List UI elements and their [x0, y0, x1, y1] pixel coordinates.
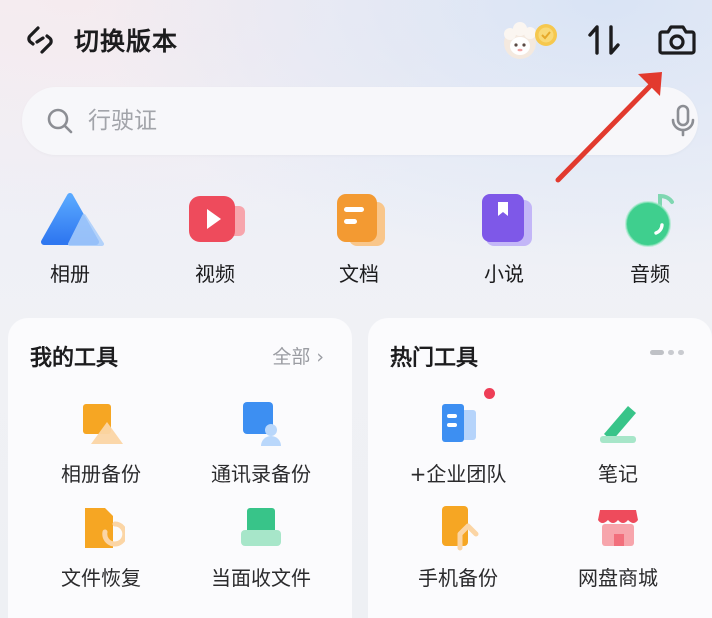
video-icon	[189, 196, 245, 242]
novel-icon	[482, 194, 532, 246]
category-album[interactable]: 相册	[20, 192, 120, 292]
tool-phone-backup[interactable]: 手机备份	[373, 504, 543, 604]
search-placeholder: 行驶证	[88, 108, 157, 134]
switch-icon	[27, 26, 53, 54]
notification-dot	[484, 388, 495, 399]
category-label: 视频	[195, 262, 235, 286]
file-restore-icon	[85, 508, 125, 548]
tool-label: 网盘商城	[578, 566, 658, 590]
hot-tools-card: 热门工具 +企业团队 笔记 手机备份 网盘商城	[368, 318, 712, 618]
page-indicator	[650, 350, 684, 355]
switch-version-label: 切换版本	[74, 27, 179, 56]
note-icon	[600, 406, 636, 443]
annotation-arrow-icon	[555, 72, 662, 183]
avatar[interactable]	[500, 18, 566, 64]
tool-label: 相册备份	[61, 462, 141, 486]
category-label: 相册	[50, 262, 90, 286]
tool-label: 文件恢复	[61, 566, 141, 590]
my-tools-card: 我的工具 全部 › 相册备份 通讯录备份 文件恢复 当面收文件	[8, 318, 352, 618]
phone-backup-icon	[442, 506, 479, 551]
camera-icon	[658, 25, 696, 55]
tool-label: 笔记	[598, 462, 638, 486]
sort-button[interactable]	[585, 20, 625, 60]
my-tools-title: 我的工具	[30, 346, 119, 371]
tool-contacts-backup[interactable]: 通讯录备份	[176, 400, 346, 500]
tool-enterprise-team[interactable]: +企业团队	[373, 400, 543, 500]
category-document[interactable]: 文档	[309, 192, 409, 292]
album-backup-icon	[83, 404, 123, 444]
enterprise-team-icon	[442, 404, 476, 442]
category-label: 音频	[630, 262, 670, 286]
receive-file-icon	[241, 508, 281, 546]
sort-icon	[588, 25, 620, 55]
category-audio[interactable]: 音频	[600, 192, 700, 292]
camera-button[interactable]	[656, 20, 698, 60]
category-label: 文档	[339, 262, 379, 286]
my-tools-all-link[interactable]: 全部 ›	[272, 342, 324, 369]
tool-store[interactable]: 网盘商城	[533, 504, 703, 604]
avatar-sheep-icon	[504, 22, 557, 59]
category-label: 小说	[484, 262, 524, 286]
tool-label: +企业团队	[409, 462, 507, 486]
contacts-backup-icon	[243, 402, 281, 446]
audio-icon	[625, 193, 674, 247]
store-icon	[598, 510, 638, 546]
search-icon	[47, 108, 73, 134]
album-icon	[41, 193, 104, 246]
tool-label: 通讯录备份	[211, 462, 311, 486]
category-novel[interactable]: 小说	[454, 192, 554, 292]
hot-tools-title: 热门工具	[390, 346, 479, 371]
tool-label: 当面收文件	[211, 566, 311, 590]
tool-album-backup[interactable]: 相册备份	[16, 400, 186, 500]
tool-file-restore[interactable]: 文件恢复	[16, 504, 186, 604]
category-video[interactable]: 视频	[165, 192, 265, 292]
tool-note[interactable]: 笔记	[533, 400, 703, 500]
switch-version-button[interactable]: 切换版本	[24, 20, 178, 60]
tool-label: 手机备份	[418, 566, 498, 590]
tool-receive-file[interactable]: 当面收文件	[176, 504, 346, 604]
document-icon	[337, 194, 385, 246]
